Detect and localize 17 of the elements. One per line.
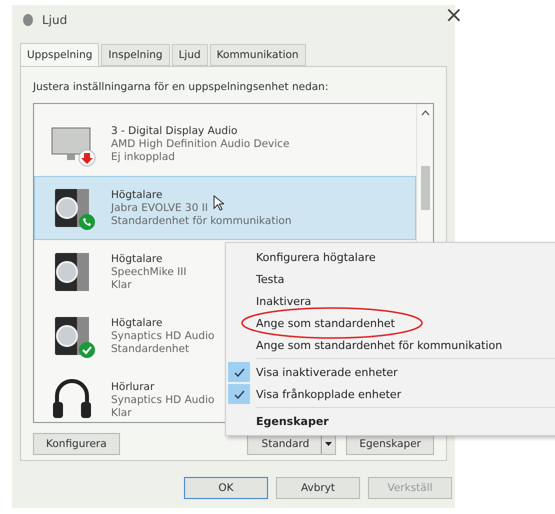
device-driver: SpeechMike III bbox=[111, 266, 186, 278]
device-status: Standardenhet för kommunikation bbox=[111, 215, 292, 227]
device-name: Högtalare bbox=[111, 253, 162, 265]
device-name: Högtalare bbox=[111, 317, 162, 329]
device-status: Klar bbox=[111, 279, 132, 291]
device-name: 3 - Digital Display Audio bbox=[111, 125, 238, 137]
device-name: Hörlurar bbox=[111, 381, 154, 393]
device-status: Ej inkopplad bbox=[111, 151, 175, 163]
device-status: Klar bbox=[111, 407, 132, 419]
device-status: Standardenhet bbox=[111, 343, 190, 355]
instruction-text: Justera inställningarna för en uppspelningsenhet nedan: bbox=[33, 81, 330, 93]
device-driver: Synaptics HD Audio bbox=[111, 394, 214, 406]
device-driver: Jabra EVOLVE 30 II bbox=[111, 202, 208, 214]
device-driver: AMD High Definition Audio Device bbox=[111, 138, 290, 150]
device-name: Högtalare bbox=[111, 189, 162, 201]
window-title: Ljud bbox=[42, 13, 68, 27]
device-driver: Synaptics HD Audio bbox=[111, 330, 214, 342]
